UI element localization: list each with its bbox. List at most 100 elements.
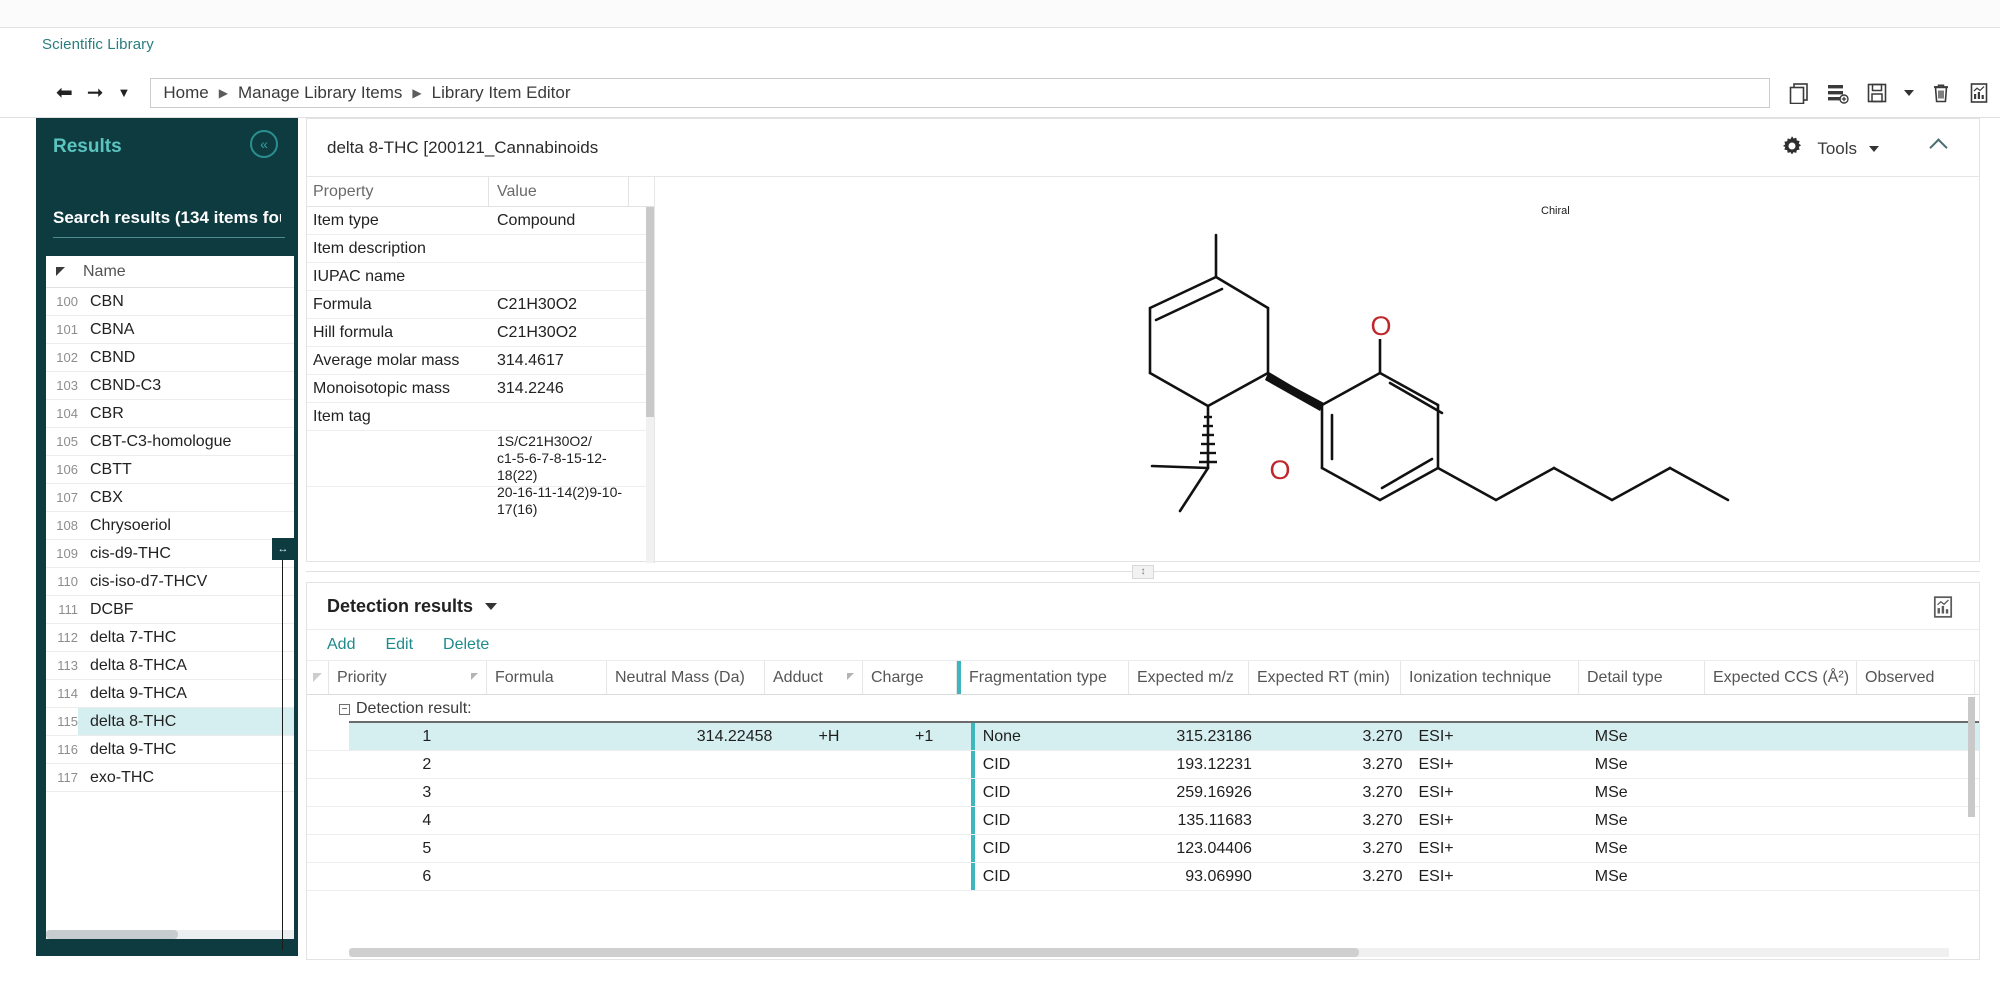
table-row[interactable]: 2 CID 193.12231 3.270 ESI+ MSe [307,751,1979,779]
cell-detail-type[interactable]: MSe [1587,723,1712,750]
column-header-expected-mz[interactable]: Expected m/z [1129,661,1249,694]
cell-neutral-mass[interactable] [624,863,780,890]
property-row[interactable]: Average molar mass 314.4617 [307,347,654,375]
save-dropdown-icon[interactable] [1904,89,1915,96]
cell-ionization-technique[interactable]: ESI+ [1411,863,1587,890]
cell-detail-type[interactable]: MSe [1587,751,1712,778]
list-item[interactable]: 101 CBNA [46,316,294,344]
cell-charge[interactable]: +1 [878,723,971,750]
list-item[interactable]: 100 CBN [46,288,294,316]
panel-splitter-handle[interactable]: ↔ [272,538,294,560]
property-row[interactable]: IUPAC name [307,263,654,291]
cell-ionization-technique[interactable]: ESI+ [1411,751,1587,778]
cell-charge[interactable] [878,835,971,862]
cell-expected-mz[interactable]: 93.06990 [1141,863,1260,890]
horizontal-splitter[interactable]: ↕ [306,565,1980,579]
list-item[interactable]: 103 CBND-C3 [46,372,294,400]
cell-detail-type[interactable]: MSe [1587,779,1712,806]
property-vertical-scrollbar[interactable] [646,207,654,563]
chevron-down-icon[interactable] [1869,145,1879,152]
cell-adduct[interactable] [780,751,877,778]
table-row[interactable]: 4 CID 135.11683 3.270 ESI+ MSe [307,807,1979,835]
cell-observed[interactable] [1862,863,1979,890]
results-column-name[interactable]: Name [83,263,126,281]
list-item[interactable]: 110 cis-iso-d7-THCV [46,568,294,596]
property-row[interactable]: Hill formula C21H30O2 [307,319,654,347]
table-row[interactable]: 1 314.22458 +H +1 None 315.23186 3.270 ESI+ MSe [307,723,1979,751]
cell-charge[interactable] [878,863,971,890]
list-item[interactable]: 113 delta 8-THCA [46,652,294,680]
cell-priority[interactable]: 6 [349,863,505,890]
property-column-header[interactable]: Property [307,177,489,206]
column-header-ionization-technique[interactable]: Ionization technique [1401,661,1579,694]
table-row[interactable]: 5 CID 123.04406 3.270 ESI+ MSe [307,835,1979,863]
cell-expected-rt[interactable]: 3.270 [1260,863,1411,890]
tools-button[interactable]: Tools [1779,133,1879,164]
list-item[interactable]: 116 delta 9-THC [46,736,294,764]
report-icon[interactable] [1968,82,1990,104]
cell-formula[interactable] [505,779,624,806]
cell-ionization-technique[interactable]: ESI+ [1411,807,1587,834]
cell-expected-rt[interactable]: 3.270 [1260,807,1411,834]
column-header-fragmentation-type[interactable]: Fragmentation type [957,661,1129,694]
chart-report-icon[interactable] [1931,595,1955,624]
cell-neutral-mass[interactable] [624,835,780,862]
cell-expected-mz[interactable]: 315.23186 [1141,723,1260,750]
list-item[interactable]: 104 CBR [46,400,294,428]
cell-observed[interactable] [1862,807,1979,834]
cell-neutral-mass[interactable]: 314.22458 [624,723,780,750]
structure-viewer[interactable]: Chiral O O [656,177,1979,561]
cell-formula[interactable] [505,807,624,834]
cell-expected-ccs[interactable] [1712,751,1863,778]
list-item[interactable]: 111 DCBF [46,596,294,624]
property-row[interactable]: Item tag [307,403,654,431]
chevron-up-icon[interactable] [1929,138,1948,157]
cell-adduct[interactable] [780,863,877,890]
sort-indicator-icon[interactable] [56,267,65,276]
column-header-expected-ccs[interactable]: Expected CCS (Å²) [1705,661,1857,694]
column-header-observed[interactable]: Observed [1857,661,1975,694]
cell-ionization-technique[interactable]: ESI+ [1411,779,1587,806]
cell-fragmentation-type[interactable]: CID [970,863,1141,890]
cell-expected-mz[interactable]: 193.12231 [1141,751,1260,778]
detection-vertical-scrollbar[interactable] [1968,697,1975,817]
cell-observed[interactable] [1862,751,1979,778]
add-library-item-icon[interactable] [1826,82,1850,104]
breadcrumb[interactable]: Home ▶ Manage Library Items ▶ Library It… [150,77,1771,108]
cell-expected-ccs[interactable] [1712,863,1863,890]
delete-button[interactable]: Delete [443,636,489,654]
column-header-neutral-mass[interactable]: Neutral Mass (Da) [607,661,765,694]
arrow-right-icon[interactable]: ➞ [87,83,104,103]
detection-group-row[interactable]: − Detection result: [307,695,1979,723]
add-button[interactable]: Add [327,636,355,654]
cell-observed[interactable] [1862,779,1979,806]
column-header-detail-type[interactable]: Detail type [1579,661,1705,694]
breadcrumb-item-library-item-editor[interactable]: Library Item Editor [432,83,571,103]
cell-neutral-mass[interactable] [624,807,780,834]
detection-horizontal-scrollbar[interactable] [349,948,1949,957]
cell-expected-mz[interactable]: 259.16926 [1141,779,1260,806]
cell-charge[interactable] [878,807,971,834]
cell-observed[interactable] [1862,723,1979,750]
column-header-priority[interactable]: Priority [329,661,487,694]
property-row[interactable]: Item type Compound [307,207,654,235]
edit-button[interactable]: Edit [385,636,413,654]
cell-adduct[interactable]: +H [780,723,877,750]
cell-expected-ccs[interactable] [1712,807,1863,834]
property-row[interactable]: Monoisotopic mass 314.2246 [307,375,654,403]
list-item[interactable]: 106 CBTT [46,456,294,484]
cell-expected-mz[interactable]: 123.04406 [1141,835,1260,862]
breadcrumb-item-home[interactable]: Home [163,83,208,103]
cell-observed[interactable] [1862,835,1979,862]
cell-fragmentation-type[interactable]: CID [970,779,1141,806]
list-item[interactable]: 108 Chrysoeriol [46,512,294,540]
list-item[interactable]: 102 CBND [46,344,294,372]
list-item[interactable]: 105 CBT-C3-homologue [46,428,294,456]
column-header-expected-rt[interactable]: Expected RT (min) [1249,661,1401,694]
save-icon[interactable] [1866,82,1888,104]
cell-neutral-mass[interactable] [624,779,780,806]
cell-priority[interactable]: 1 [349,723,505,750]
cell-expected-rt[interactable]: 3.270 [1260,723,1411,750]
cell-expected-ccs[interactable] [1712,779,1863,806]
cell-formula[interactable] [505,863,624,890]
